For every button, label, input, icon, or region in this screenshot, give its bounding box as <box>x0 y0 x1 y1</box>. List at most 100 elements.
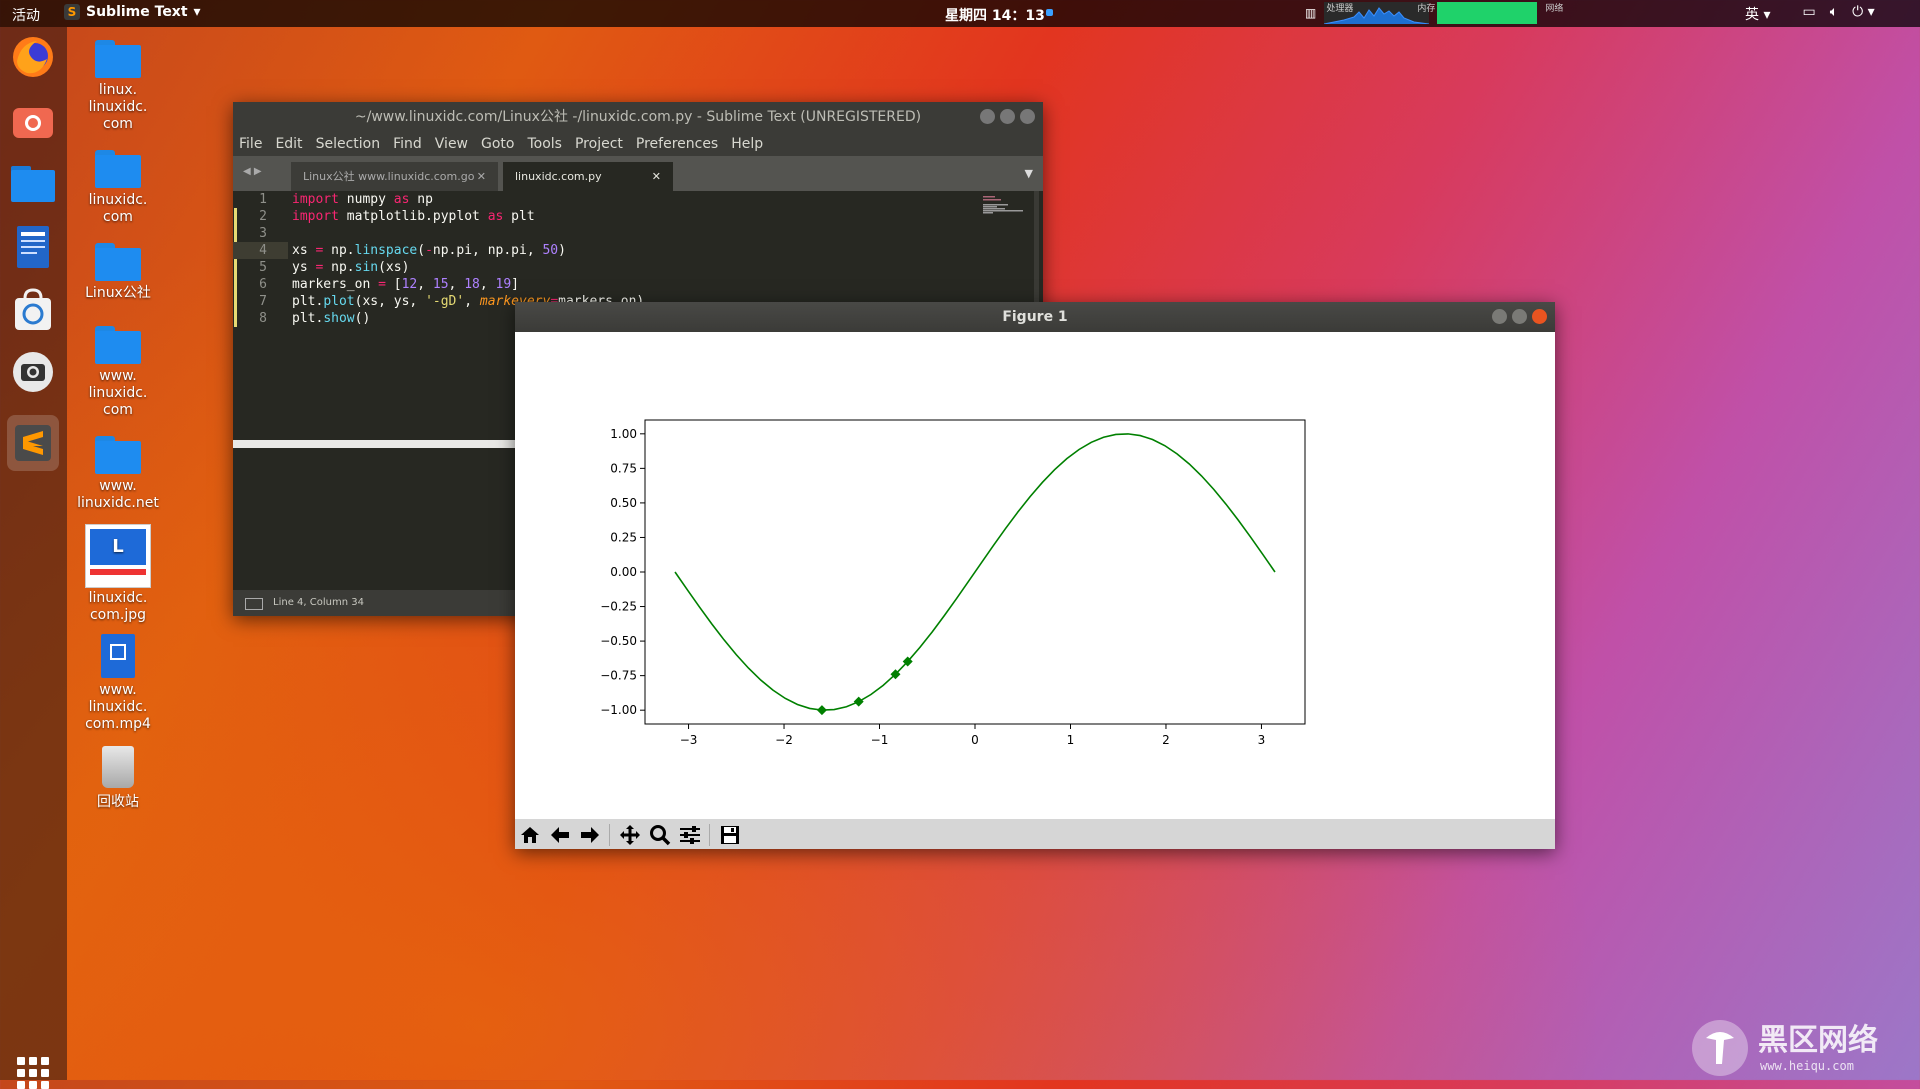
y-tick-label: −1.00 <box>600 703 637 717</box>
arrow-left-icon <box>551 827 569 843</box>
desktop-folder-www-linuxidc-com[interactable]: www. linuxidc. com <box>63 326 173 419</box>
sublime-small-icon: S <box>64 4 80 20</box>
desktop-icon-label: com <box>103 116 133 132</box>
folder-icon <box>95 40 141 78</box>
app-menu[interactable]: S Sublime Text ▾ <box>64 4 201 20</box>
menu-goto[interactable]: Goto <box>481 132 514 156</box>
panel-toggle-icon[interactable] <box>245 598 263 610</box>
files-launcher[interactable] <box>8 159 58 209</box>
desktop-folder-linux-linuxidc-com[interactable]: linux. linuxidc. com <box>63 40 173 133</box>
power-icon[interactable]: ⏻ ▾ <box>1852 4 1875 24</box>
data-point-marker <box>816 705 827 716</box>
minimize-button[interactable] <box>1492 309 1507 324</box>
maximize-button[interactable] <box>1000 109 1015 124</box>
menu-file[interactable]: File <box>239 132 262 156</box>
back-button[interactable] <box>549 824 571 846</box>
menu-selection[interactable]: Selection <box>316 132 381 156</box>
code-line: 1 import numpy as np <box>259 192 433 207</box>
writer-launcher[interactable] <box>8 222 58 272</box>
chart-svg: −3 −2 −1 0 1 2 3 1.00 0.75 0.50 0.25 0.00 −0.25 −0.50… <box>600 419 1306 747</box>
y-tick-label: 0.75 <box>610 461 637 475</box>
maximize-button[interactable] <box>1512 309 1527 324</box>
folder-icon <box>95 150 141 188</box>
desktop-folder-www-linuxidc-net[interactable]: www. linuxidc.net <box>63 436 173 512</box>
clock[interactable]: 星期四 14：13 <box>945 5 1045 25</box>
show-applications-button[interactable] <box>17 1057 49 1089</box>
code-line: 2 import matplotlib.pyplot as plt <box>259 209 535 224</box>
tab-dropdown-icon[interactable]: ▼ <box>1025 167 1033 180</box>
menu-project[interactable]: Project <box>575 132 623 156</box>
zoom-button[interactable] <box>649 824 671 846</box>
system-monitor[interactable]: ▥ 处理器 内存 网络 <box>1305 2 1645 24</box>
menu-find[interactable]: Find <box>393 132 422 156</box>
screenshot-launcher[interactable] <box>8 97 58 147</box>
close-button[interactable] <box>1532 309 1547 324</box>
sublime-launcher[interactable] <box>7 415 59 471</box>
save-figure-button[interactable] <box>719 824 741 846</box>
input-method-button[interactable]: 英 ▾ <box>1745 4 1770 24</box>
desktop-trash[interactable]: 回收站 <box>63 746 173 811</box>
tab-nav-arrows-icon[interactable]: ◀ ▶ <box>243 166 262 177</box>
document-writer-icon <box>17 226 49 268</box>
pan-button[interactable] <box>619 824 641 846</box>
desktop-icon-label: 回收站 <box>97 794 139 810</box>
tab-close-icon[interactable]: ✕ <box>477 162 486 191</box>
figure-titlebar[interactable]: Figure 1 <box>515 302 1555 332</box>
pan-move-icon <box>620 825 640 845</box>
tab-linux-gongshe-go[interactable]: Linux公社 www.linuxidc.com.go ✕ <box>291 162 498 191</box>
desktop-icon-label: www. <box>99 478 137 494</box>
toolbar-divider <box>609 824 610 846</box>
forward-button[interactable] <box>579 824 601 846</box>
menu-tools[interactable]: Tools <box>527 132 562 156</box>
top-bar: 活动 S Sublime Text ▾ 星期四 14：13 ▥ 处理器 内存 网… <box>0 0 1920 27</box>
net-label: 网络 <box>1545 4 1564 14</box>
desktop-icon-label: com <box>103 209 133 225</box>
tab-label: Linux公社 www.linuxidc.com.go <box>303 170 475 183</box>
close-button[interactable] <box>1020 109 1035 124</box>
code-line-current: 4 xs = np.linspace(-np.pi, np.pi, 50) <box>233 242 566 259</box>
cheese-camera-launcher[interactable] <box>8 347 58 397</box>
menu-preferences[interactable]: Preferences <box>636 132 718 156</box>
system-tray: 英 ▾ ▭ 🔈︎ ⏻ ▾ <box>1745 4 1875 24</box>
tab-close-icon[interactable]: ✕ <box>652 162 661 191</box>
plot-canvas[interactable]: −3 −2 −1 0 1 2 3 1.00 0.75 0.50 0.25 0.00 −0.25 −0.50… <box>515 332 1555 819</box>
sublime-titlebar[interactable]: ~/www.linuxidc.com/Linux公社 -/linuxidc.co… <box>233 102 1043 132</box>
folder-icon <box>95 436 141 474</box>
menu-edit[interactable]: Edit <box>275 132 302 156</box>
tab-label: linuxidc.com.py <box>515 170 602 183</box>
mem-label: 内存 <box>1417 4 1436 14</box>
desktop-folder-linuxidc-com[interactable]: linuxidc. com <box>63 150 173 226</box>
sublime-text-icon <box>15 425 51 461</box>
tab-linuxidc-com-py[interactable]: linuxidc.com.py ✕ <box>503 162 673 191</box>
desktop-icon-label: linuxidc. <box>88 99 148 115</box>
menu-view[interactable]: View <box>435 132 468 156</box>
desktop-folder-linux-gongshe[interactable]: Linux公社 <box>63 243 173 302</box>
home-button[interactable] <box>519 824 541 846</box>
minimap[interactable] <box>983 196 1031 214</box>
minimize-button[interactable] <box>980 109 995 124</box>
desktop-file-linuxidc-mp4[interactable]: www. linuxidc. com.mp4 <box>63 634 173 733</box>
software-center-launcher[interactable] <box>8 285 58 335</box>
memory-monitor: 内存 <box>1417 2 1538 24</box>
volume-icon[interactable]: 🔈︎ <box>1830 4 1838 24</box>
menu-help[interactable]: Help <box>731 132 763 156</box>
camera-icon <box>13 352 53 392</box>
desktop-icon-label: linux. <box>98 82 138 98</box>
figure-window: Figure 1 −3 −2 −1 0 1 2 3 1.00 0.75 0.50 0.25 0.00−… <box>515 302 1555 849</box>
x-tick-label: 0 <box>971 733 979 747</box>
data-point-marker <box>853 696 864 707</box>
configure-subplots-button[interactable] <box>679 824 701 846</box>
cpu-monitor: 处理器 <box>1324 2 1430 24</box>
display-icon[interactable]: ▭ <box>1802 4 1815 24</box>
arrow-right-icon <box>581 827 599 843</box>
desktop-file-linuxidc-jpg[interactable]: L linuxidc. com.jpg <box>63 524 173 624</box>
code-line: 6 markers_on = [12, 15, 18, 19] <box>259 277 519 292</box>
firefox-launcher[interactable] <box>8 32 58 82</box>
activities-button[interactable]: 活动 <box>12 5 40 25</box>
memory-graph <box>1437 2 1538 24</box>
desktop-icon-label: com <box>103 402 133 418</box>
desktop-icon-label: www. <box>99 368 137 384</box>
tab-bar: ◀ ▶ Linux公社 www.linuxidc.com.go ✕ linuxi… <box>233 156 1043 191</box>
code-lines: 1 import numpy as np 2 import matplotlib.p… <box>233 191 644 327</box>
code-line: 3 <box>259 226 267 241</box>
